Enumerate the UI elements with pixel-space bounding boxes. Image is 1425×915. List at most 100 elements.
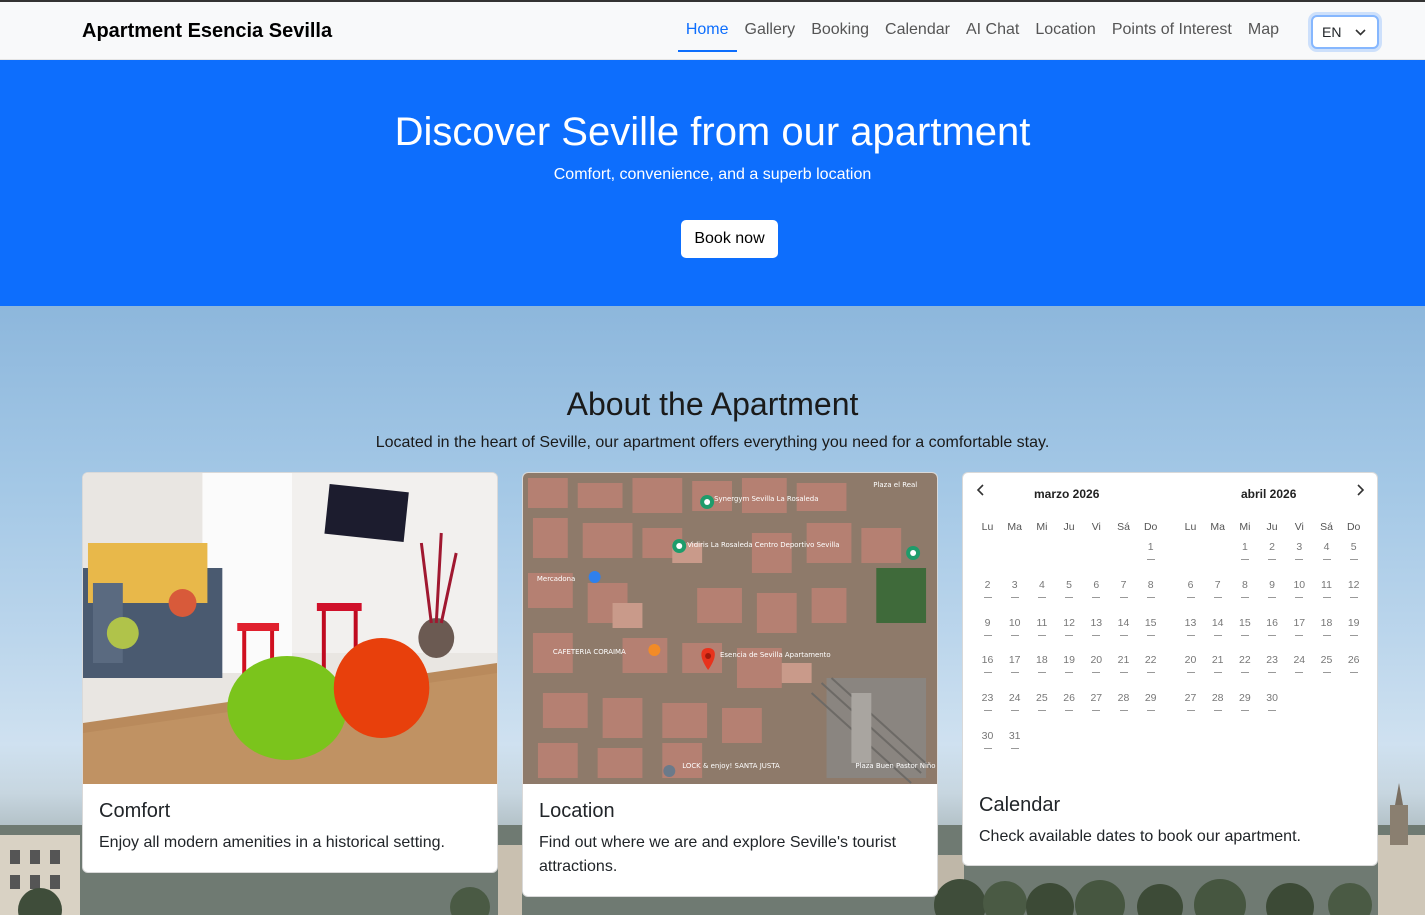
calendar-day[interactable]: 11 [1313, 579, 1340, 598]
calendar-day[interactable]: 22 [1137, 654, 1164, 673]
satellite-map-image[interactable]: Synergym Sevilla La Rosaleda Vidiris La … [523, 473, 937, 784]
calendar-day[interactable]: 6 [1177, 579, 1204, 598]
calendar-day[interactable]: 18 [1028, 654, 1055, 673]
calendar-day[interactable]: 1 [1231, 541, 1258, 560]
nav-map[interactable]: Map [1240, 2, 1287, 60]
calendar-day[interactable]: 9 [1259, 579, 1286, 598]
calendar-day[interactable]: 29 [1137, 692, 1164, 711]
nav-ai-chat[interactable]: AI Chat [958, 2, 1027, 60]
calendar-day[interactable]: 12 [1340, 579, 1367, 598]
calendar-day[interactable]: 20 [1177, 654, 1204, 673]
map-label-plaza: Plaza Buen Pastor Niño [855, 762, 935, 770]
comfort-card[interactable]: Comfort Enjoy all modern amenities in a … [82, 472, 498, 873]
calendar-day[interactable]: 27 [1083, 692, 1110, 711]
hero-subtitle: Comfort, convenience, and a superb locat… [553, 166, 872, 183]
calendar-card[interactable]: marzo 2026 abril 2026 Lu Ma Mi Ju Vi Sá Do 1 2 3 4… [962, 472, 1378, 866]
weekday-header: Ma [1007, 521, 1022, 533]
calendar-day[interactable]: 4 [1313, 541, 1340, 560]
calendar-day[interactable]: 25 [1028, 692, 1055, 711]
map-label-gym: Synergym Sevilla La Rosaleda [714, 495, 818, 503]
calendar-day[interactable]: 21 [1204, 654, 1231, 673]
weekday-header: Vi [1091, 521, 1101, 533]
nav-location[interactable]: Location [1027, 2, 1104, 60]
calendar-day[interactable]: 25 [1313, 654, 1340, 673]
calendar-day[interactable]: 8 [1231, 579, 1258, 598]
weekday-header: Sá [1320, 521, 1333, 533]
calendar-day[interactable]: 7 [1110, 579, 1137, 598]
calendar-day[interactable]: 17 [1001, 654, 1028, 673]
calendar-day[interactable]: 18 [1313, 617, 1340, 636]
month-label-march: marzo 2026 [1034, 487, 1100, 501]
calendar-day[interactable]: 5 [1056, 579, 1083, 598]
comfort-title: Comfort [99, 800, 171, 822]
nav-gallery[interactable]: Gallery [737, 2, 804, 60]
prev-month-icon[interactable] [976, 483, 986, 499]
about-title: About the Apartment [566, 386, 859, 422]
language-select[interactable]: EN [1311, 15, 1379, 49]
calendar-day[interactable]: 19 [1056, 654, 1083, 673]
location-card[interactable]: Synergym Sevilla La Rosaleda Vidiris La … [522, 472, 938, 897]
calendar-day[interactable]: 10 [1286, 579, 1313, 598]
calendar-day[interactable]: 2 [1259, 541, 1286, 560]
about-lead: Located in the heart of Seville, our apa… [375, 434, 1050, 451]
map-label-plaza-real: Plaza el Real [873, 481, 917, 489]
calendar-day[interactable]: 19 [1340, 617, 1367, 636]
calendar-day[interactable]: 27 [1177, 692, 1204, 711]
calendar-day[interactable]: 1 [1137, 541, 1164, 560]
calendar-day[interactable]: 30 [974, 730, 1001, 749]
calendar-day[interactable]: 5 [1340, 541, 1367, 560]
weekday-header: Sá [1117, 521, 1130, 533]
nav-calendar[interactable]: Calendar [877, 2, 958, 60]
brand-logo[interactable]: Apartment Esencia Sevilla [82, 20, 332, 43]
chevron-down-icon [1355, 29, 1366, 36]
calendar-day[interactable]: 14 [1110, 617, 1137, 636]
calendar-day[interactable]: 29 [1231, 692, 1258, 711]
calendar-day[interactable]: 28 [1204, 692, 1231, 711]
calendar-day[interactable]: 23 [974, 692, 1001, 711]
calendar-day[interactable]: 23 [1259, 654, 1286, 673]
nav-booking[interactable]: Booking [803, 2, 877, 60]
calendar-title: Calendar [979, 794, 1061, 816]
calendar-day[interactable]: 3 [1001, 579, 1028, 598]
book-now-button[interactable]: Book now [681, 220, 778, 258]
map-label-lock: LOCK & enjoy! SANTA JUSTA [682, 762, 780, 770]
calendar-day[interactable]: 31 [1001, 730, 1028, 749]
nav-home[interactable]: Home [677, 2, 737, 60]
calendar-day[interactable]: 26 [1056, 692, 1083, 711]
calendar-day[interactable]: 14 [1204, 617, 1231, 636]
calendar-day[interactable]: 7 [1204, 579, 1231, 598]
calendar-day[interactable]: 16 [974, 654, 1001, 673]
calendar-day[interactable]: 17 [1286, 617, 1313, 636]
calendar-day[interactable]: 15 [1231, 617, 1258, 636]
calendar-text: Check available dates to book our apartm… [979, 828, 1301, 845]
calendar-day[interactable]: 13 [1083, 617, 1110, 636]
calendar-day[interactable]: 30 [1259, 692, 1286, 711]
calendar-day[interactable]: 11 [1028, 617, 1055, 636]
calendar-day[interactable]: 2 [974, 579, 1001, 598]
calendar-day[interactable]: 12 [1056, 617, 1083, 636]
nav-points-of-interest[interactable]: Points of Interest [1104, 2, 1240, 60]
calendar-day[interactable]: 3 [1286, 541, 1313, 560]
calendar-day[interactable]: 22 [1231, 654, 1258, 673]
calendar-day[interactable]: 26 [1340, 654, 1367, 673]
calendar-day[interactable]: 8 [1137, 579, 1164, 598]
map-label-apartment: Esencia de Sevilla Apartamento [720, 651, 831, 659]
calendar-day[interactable]: 9 [974, 617, 1001, 636]
calendar-day[interactable]: 16 [1259, 617, 1286, 636]
next-month-icon[interactable] [1355, 483, 1365, 499]
navbar: Apartment Esencia Sevilla Home Gallery B… [0, 0, 1425, 60]
calendar-day[interactable]: 15 [1137, 617, 1164, 636]
calendar-day[interactable]: 24 [1001, 692, 1028, 711]
month-label-april: abril 2026 [1241, 487, 1297, 501]
map-label-sports: Vidiris La Rosaleda Centro Deportivo Sev… [687, 541, 839, 549]
calendar-day[interactable]: 24 [1286, 654, 1313, 673]
calendar-day[interactable]: 28 [1110, 692, 1137, 711]
calendar-day[interactable]: 10 [1001, 617, 1028, 636]
calendar-day[interactable]: 20 [1083, 654, 1110, 673]
calendar-day[interactable]: 6 [1083, 579, 1110, 598]
location-title: Location [539, 800, 615, 822]
calendar-day[interactable]: 13 [1177, 617, 1204, 636]
calendar-day[interactable]: 4 [1028, 579, 1055, 598]
calendar-day[interactable]: 21 [1110, 654, 1137, 673]
weekday-header: Do [1346, 521, 1361, 533]
